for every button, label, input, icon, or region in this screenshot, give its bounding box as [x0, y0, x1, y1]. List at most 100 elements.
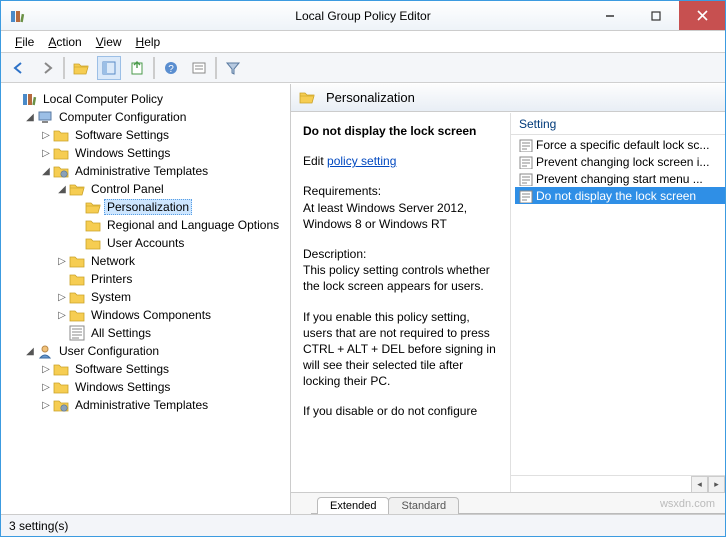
folder-icon: [69, 289, 85, 305]
tree-printers[interactable]: Printers: [55, 270, 286, 288]
detail-pane: Personalization Do not display the lock …: [291, 84, 725, 514]
toolbar-separator: [63, 57, 65, 79]
folder-icon: [69, 253, 85, 269]
tree-system[interactable]: ▷System: [55, 288, 286, 306]
properties-button[interactable]: [187, 56, 211, 80]
tree-user-config[interactable]: ◢User Configuration: [23, 342, 286, 360]
folder-icon: [53, 145, 69, 161]
requirements-text: At least Windows Server 2012, Windows 8 …: [303, 200, 498, 232]
collapse-icon[interactable]: ◢: [55, 184, 69, 195]
folder-icon: [53, 127, 69, 143]
gear-folder-icon: [53, 163, 69, 179]
folder-icon: [53, 379, 69, 395]
tree-windows-components[interactable]: ▷Windows Components: [55, 306, 286, 324]
forward-button[interactable]: [35, 56, 59, 80]
back-button[interactable]: [7, 56, 31, 80]
close-button[interactable]: [679, 1, 725, 30]
expand-icon[interactable]: ▷: [55, 310, 69, 321]
tree-control-panel[interactable]: ◢Control Panel: [55, 180, 286, 198]
menu-view[interactable]: View: [90, 33, 128, 51]
list-item[interactable]: Prevent changing lock screen i...: [515, 153, 725, 170]
tree-computer-config[interactable]: ◢ Computer Configuration: [23, 108, 286, 126]
tree-regional[interactable]: Regional and Language Options: [71, 216, 286, 234]
tab-extended[interactable]: Extended: [317, 497, 389, 514]
list-item-label: Do not display the lock screen: [536, 189, 696, 203]
tree-all-settings[interactable]: All Settings: [55, 324, 286, 342]
collapse-icon[interactable]: ◢: [23, 112, 37, 123]
collapse-icon[interactable]: ◢: [39, 166, 53, 177]
list-item-label: Force a specific default lock sc...: [536, 138, 709, 152]
expand-icon[interactable]: ▷: [39, 400, 53, 411]
setting-icon: [519, 172, 533, 186]
list-item[interactable]: Force a specific default lock sc...: [515, 136, 725, 153]
tree-cc-admin[interactable]: ◢Administrative Templates: [39, 162, 286, 180]
list-body[interactable]: Force a specific default lock sc...Preve…: [511, 135, 725, 475]
tree-uc-admin[interactable]: ▷Administrative Templates: [39, 396, 286, 414]
description-p1: This policy setting controls whether the…: [303, 262, 498, 294]
scroll-left-button[interactable]: ◂: [691, 476, 708, 493]
folder-icon: [85, 235, 101, 251]
export-button[interactable]: [125, 56, 149, 80]
toolbar-separator: [215, 57, 217, 79]
description-label: Description:: [303, 246, 498, 262]
list-header-setting[interactable]: Setting: [511, 113, 725, 135]
folder-open-icon: [69, 181, 85, 197]
toolbar: ?: [1, 53, 725, 83]
collapse-icon[interactable]: ◢: [23, 346, 37, 357]
minimize-button[interactable]: [587, 1, 633, 30]
toolbar-separator: [153, 57, 155, 79]
svg-text:?: ?: [168, 64, 174, 75]
tree-cc-windows[interactable]: ▷Windows Settings: [39, 144, 286, 162]
folder-icon: [69, 307, 85, 323]
help-button[interactable]: ?: [159, 56, 183, 80]
edit-policy-link[interactable]: policy setting: [327, 154, 396, 168]
description-p2: If you enable this policy setting, users…: [303, 309, 498, 390]
scroll-right-button[interactable]: ▸: [708, 476, 725, 493]
status-text: 3 setting(s): [9, 519, 68, 533]
description-panel: Do not display the lock screen Edit poli…: [291, 113, 511, 492]
tree-pane[interactable]: Local Computer Policy ◢ Computer Configu…: [1, 84, 291, 514]
computer-icon: [37, 109, 53, 125]
setting-icon: [519, 138, 533, 152]
folder-icon: [69, 271, 85, 287]
selected-item-title: Do not display the lock screen: [303, 124, 476, 138]
list-item[interactable]: Do not display the lock screen: [515, 187, 725, 204]
all-settings-icon: [69, 325, 85, 341]
menu-bar: File Action View Help: [1, 31, 725, 53]
app-icon: [9, 8, 25, 24]
maximize-button[interactable]: [633, 1, 679, 30]
tree-uc-software[interactable]: ▷Software Settings: [39, 360, 286, 378]
setting-icon: [519, 155, 533, 169]
expand-icon[interactable]: ▷: [55, 256, 69, 267]
app-window: Local Group Policy Editor File Action Vi…: [0, 0, 726, 537]
expand-icon[interactable]: ▷: [39, 382, 53, 393]
tab-standard[interactable]: Standard: [388, 497, 459, 514]
tree-root[interactable]: Local Computer Policy: [7, 90, 286, 108]
detail-header: Personalization: [291, 84, 725, 112]
expand-icon[interactable]: ▷: [39, 364, 53, 375]
expand-icon[interactable]: ▷: [55, 292, 69, 303]
user-icon: [37, 343, 53, 359]
detail-heading: Personalization: [326, 90, 415, 105]
menu-action[interactable]: Action: [42, 33, 87, 51]
filter-button[interactable]: [221, 56, 245, 80]
menu-file[interactable]: File: [9, 33, 40, 51]
expand-icon[interactable]: ▷: [39, 130, 53, 141]
folder-icon: [53, 361, 69, 377]
requirements-label: Requirements:: [303, 183, 498, 199]
tree-cc-software[interactable]: ▷Software Settings: [39, 126, 286, 144]
title-bar: Local Group Policy Editor: [1, 1, 725, 31]
expand-icon[interactable]: ▷: [39, 148, 53, 159]
tree-personalization[interactable]: Personalization: [71, 198, 286, 216]
tree-user-accounts[interactable]: User Accounts: [71, 234, 286, 252]
tree-uc-windows[interactable]: ▷Windows Settings: [39, 378, 286, 396]
setting-icon: [519, 189, 533, 203]
tree-network[interactable]: ▷Network: [55, 252, 286, 270]
folder-icon: [85, 217, 101, 233]
menu-help[interactable]: Help: [130, 33, 167, 51]
horizontal-scrollbar[interactable]: ◂ ▸: [511, 475, 725, 492]
up-button[interactable]: [69, 56, 93, 80]
list-item[interactable]: Prevent changing start menu ...: [515, 170, 725, 187]
show-tree-button[interactable]: [97, 56, 121, 80]
folder-open-icon: [299, 89, 315, 107]
